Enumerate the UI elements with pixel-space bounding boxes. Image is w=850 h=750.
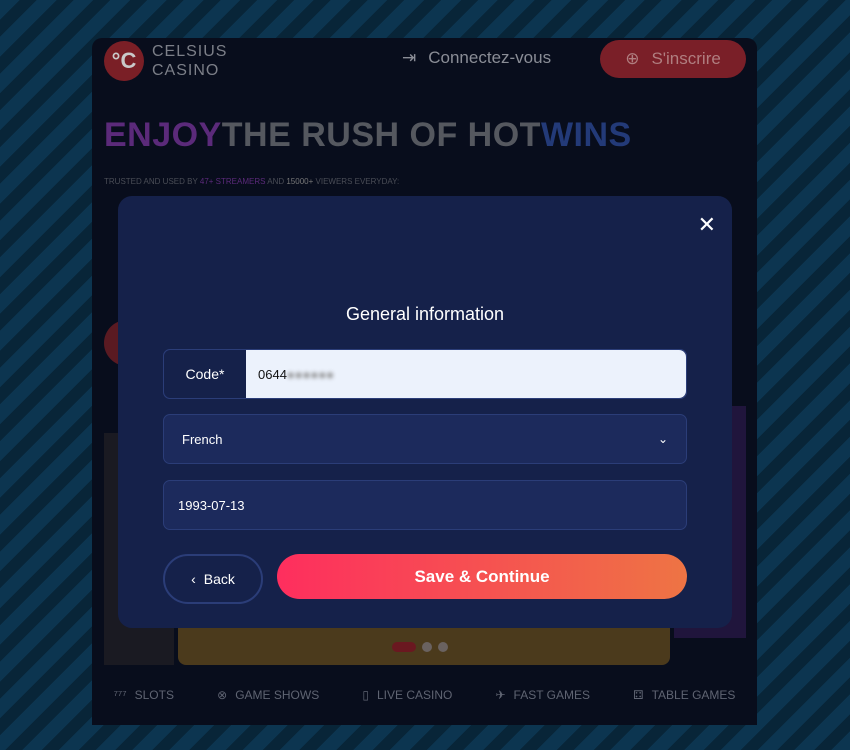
chevron-down-icon: ⌄ [657, 432, 668, 446]
slots-icon: ⁷⁷⁷ [113, 688, 127, 702]
login-icon: ⇥ [402, 48, 417, 67]
nav-fast-games[interactable]: ✈ FAST GAMES [495, 688, 590, 702]
hero-part1: ENJOY [104, 116, 222, 154]
category-nav: ⁷⁷⁷ SLOTS ⊗ GAME SHOWS ▯ LIVE CASINO ✈ FAST … [92, 688, 757, 702]
logo-text-bottom: CASINO [152, 62, 220, 79]
close-icon[interactable]: ✕ [698, 212, 716, 238]
back-button[interactable]: ‹ Back [163, 554, 263, 604]
code-label: Code* [164, 350, 246, 398]
plane-icon: ✈ [495, 688, 506, 702]
signin-arrow-icon: ⊕ [625, 49, 640, 68]
code-value: 0644 [258, 366, 287, 382]
chevron-left-icon: ‹ [191, 571, 196, 587]
nav-label: LIVE CASINO [376, 688, 453, 702]
login-label: Connectez-vous [428, 48, 552, 67]
table-icon: ⚃ [633, 688, 644, 702]
nav-game-shows[interactable]: ⊗ GAME SHOWS [217, 688, 319, 702]
language-value: French [182, 431, 223, 447]
nav-table-games[interactable]: ⚃ TABLE GAMES [633, 688, 735, 702]
signup-label: S'inscrire [651, 49, 721, 68]
birthdate-value: 1993-07-13 [178, 497, 245, 513]
language-select[interactable]: French ⌄ [163, 414, 687, 464]
nav-slots[interactable]: ⁷⁷⁷ SLOTS [114, 688, 174, 702]
general-info-modal: ✕ General information Code* 0644 ●●●●●● F… [118, 196, 732, 628]
carousel-dot[interactable] [438, 642, 448, 652]
card-icon: ▯ [362, 688, 369, 702]
logo[interactable]: °C CELSIUS CASINO [104, 41, 227, 81]
trust-t2: 47+ STREAMERS [199, 177, 266, 186]
modal-title: General information [345, 304, 505, 324]
hero-part2: THE RUSH OF HOT [221, 116, 541, 154]
trust-t3: AND [265, 177, 287, 186]
signup-button[interactable]: ⊕ S'inscrire [600, 40, 746, 78]
hero-part3: WINS [540, 116, 632, 154]
nav-label: SLOTS [134, 688, 174, 702]
trust-t5: VIEWERS EVERYDAY: [313, 177, 400, 186]
trust-t1: TRUSTED AND USED BY [104, 177, 200, 186]
trust-t4: 15000+ [286, 177, 314, 186]
nav-label: TABLE GAMES [651, 688, 736, 702]
hero-title: ENJOYTHE RUSH OF HOTWINS [104, 116, 632, 155]
back-label: Back [203, 571, 235, 587]
nav-label: FAST GAMES [513, 688, 591, 702]
logo-text-top: CELSIUS [152, 43, 228, 60]
redacted-digits: ●●●●●● [286, 366, 335, 382]
save-continue-button[interactable]: Save & Continue [277, 554, 687, 599]
carousel-dot[interactable] [392, 642, 416, 652]
birthdate-input[interactable]: 1993-07-13 [163, 480, 687, 530]
carousel-dot[interactable] [422, 642, 432, 652]
nav-label: GAME SHOWS [235, 688, 320, 702]
trust-text: TRUSTED AND USED BY 47+ STREAMERS AND 15… [104, 177, 399, 186]
code-input[interactable]: 0644 ●●●●●● [246, 350, 686, 398]
logo-icon: °C [104, 41, 144, 81]
carousel-dots [392, 642, 448, 652]
nav-live-casino[interactable]: ▯ LIVE CASINO [362, 688, 452, 702]
wheel-icon: ⊗ [217, 688, 228, 702]
login-button[interactable]: ⇥ Connectez-vous [402, 48, 551, 68]
code-field: Code* 0644 ●●●●●● [163, 349, 687, 399]
